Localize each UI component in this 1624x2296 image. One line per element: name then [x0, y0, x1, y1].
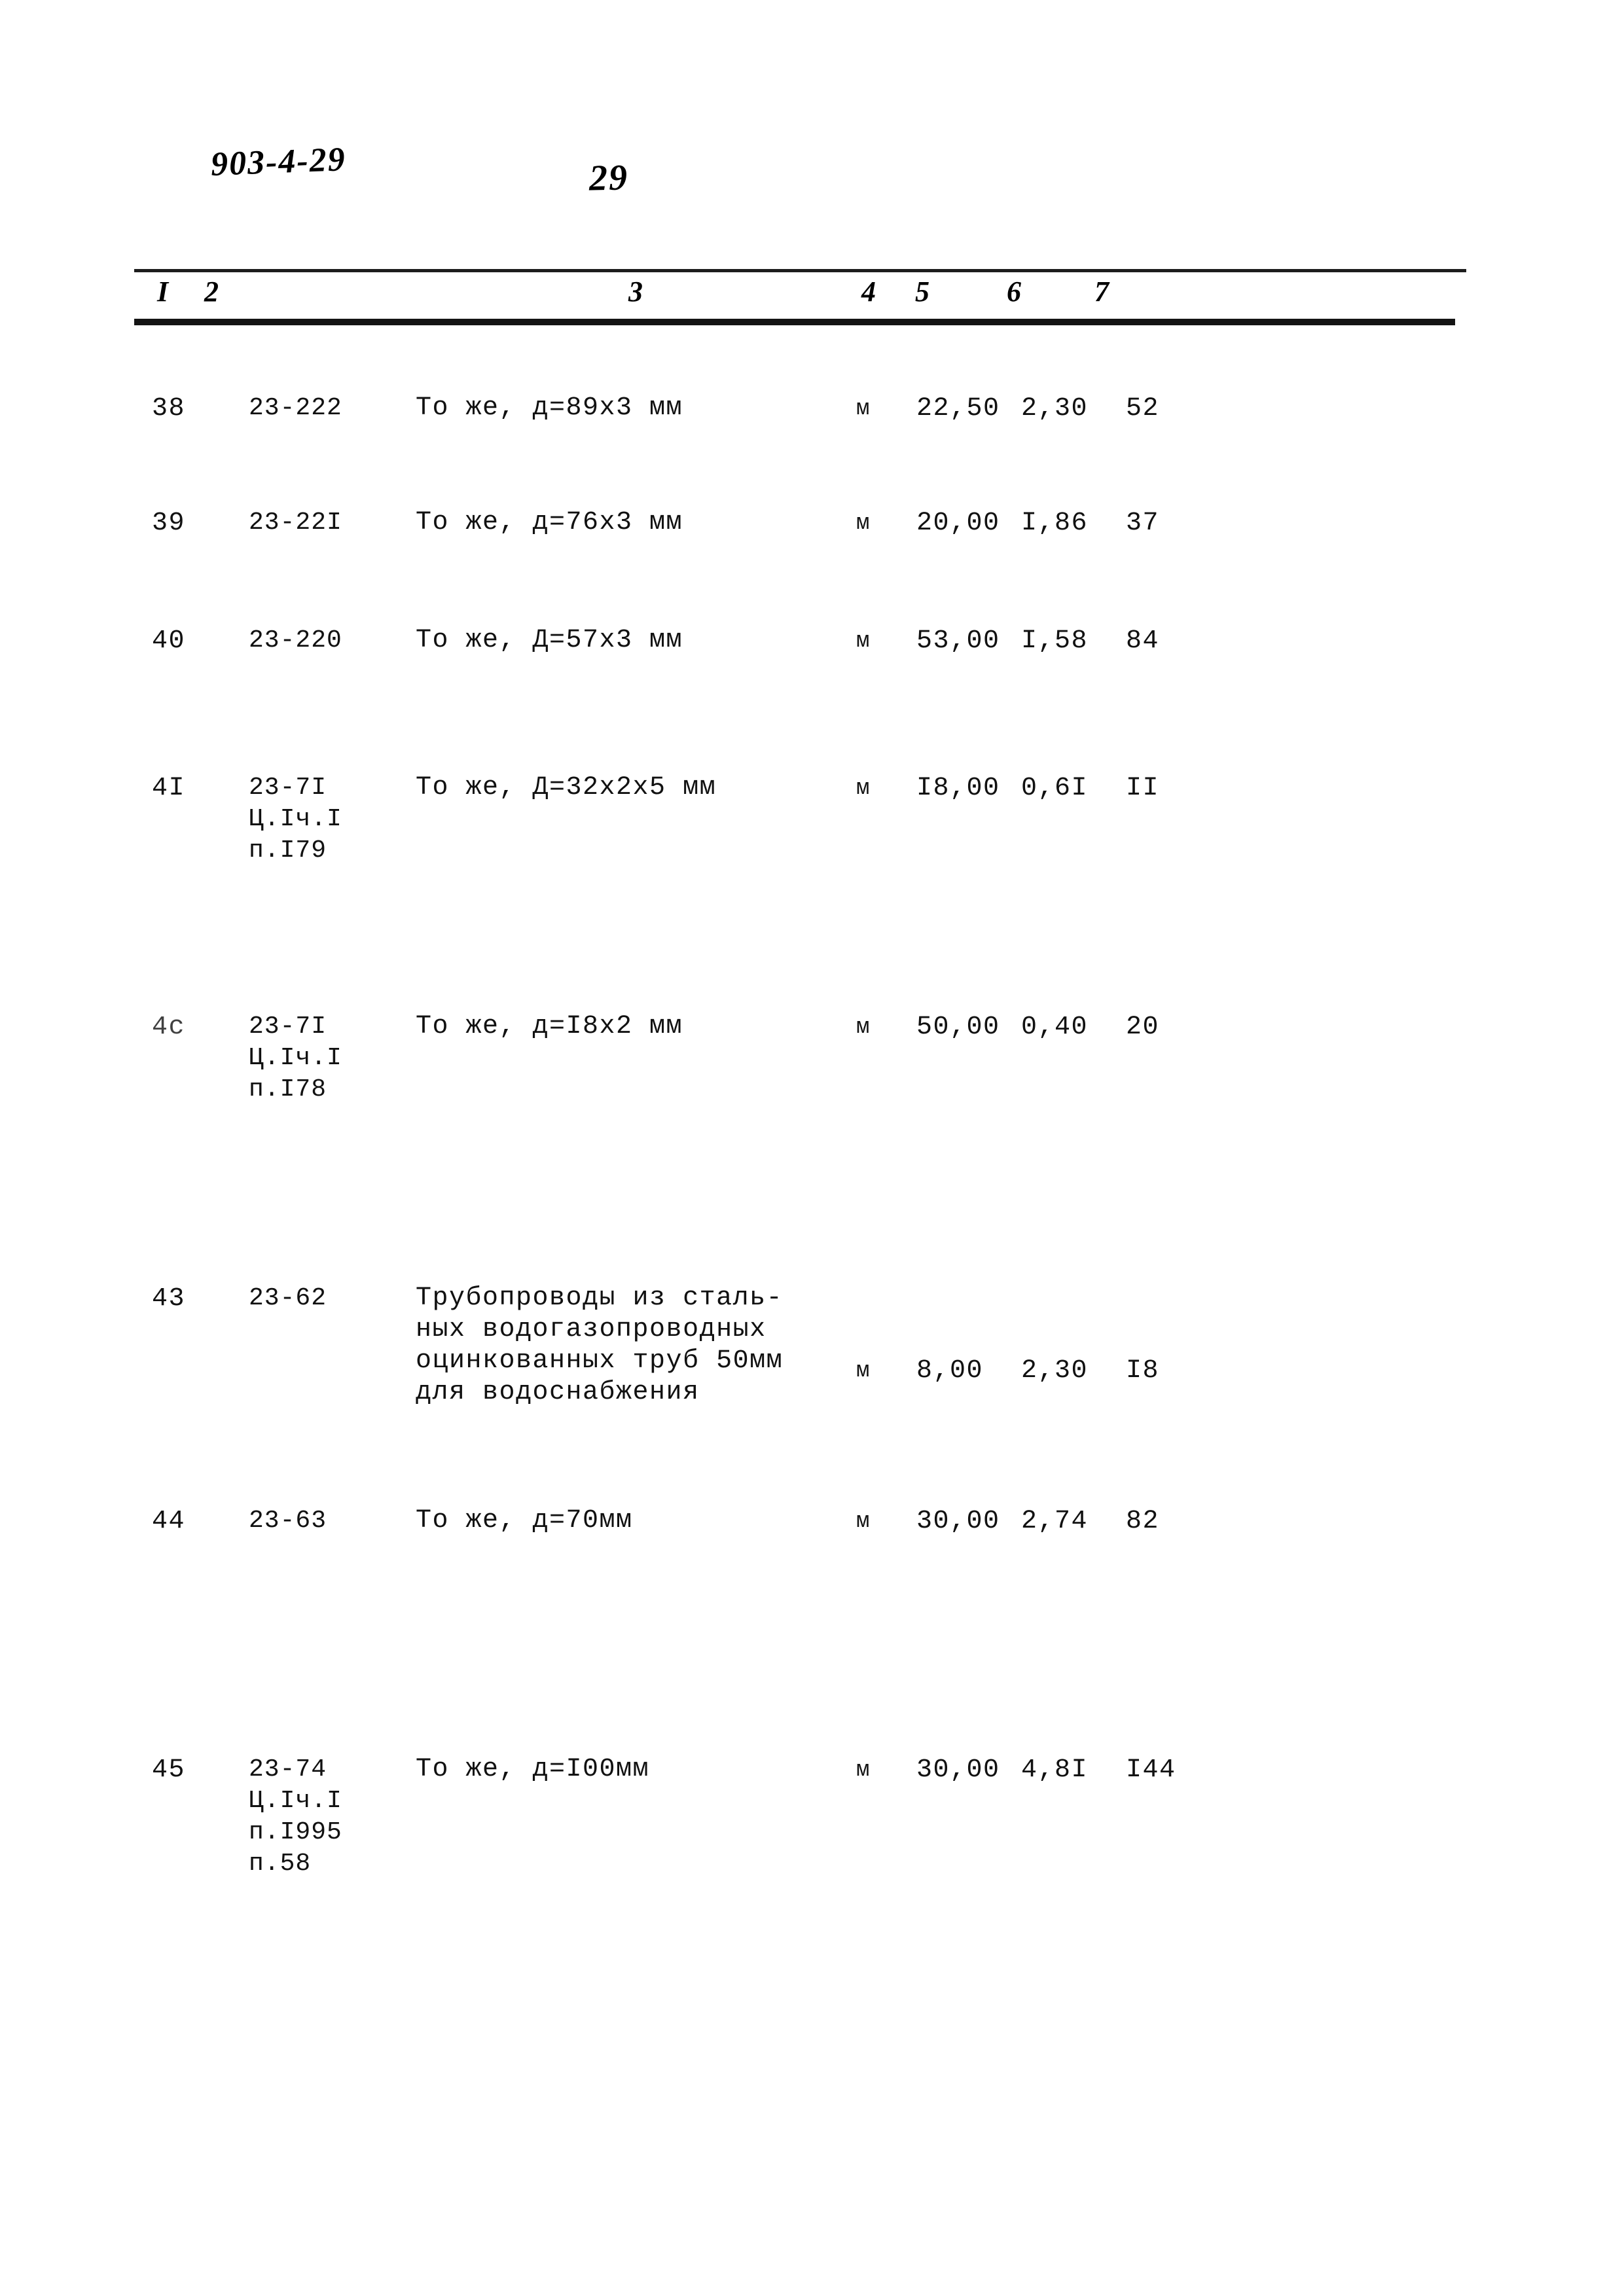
weight-unit-cell: 2,30	[1021, 394, 1089, 423]
weight-unit-cell: 0,6I	[1021, 774, 1089, 803]
unit-cell: м	[856, 397, 871, 422]
unit-cell: м	[856, 629, 871, 654]
description-cell: То же, д=I8х2 мм	[416, 1011, 683, 1043]
norm-code-line: п.I995	[249, 1818, 342, 1846]
weight-total-cell: II	[1126, 774, 1160, 803]
row-number-cell: 45	[152, 1755, 186, 1785]
description-line: Трубопроводы из сталь-	[416, 1283, 784, 1313]
norm-code-cell: 23-22I	[249, 507, 342, 539]
quantity-cell: 30,00	[916, 1755, 1000, 1785]
table-body: 38 23-222 То же, д=89х3 мм м 22,50 2,30 52 39 23…	[0, 0, 1624, 2296]
norm-code-cell: 23-62	[249, 1283, 327, 1314]
description-line: То же, д=I00мм	[416, 1755, 650, 1784]
weight-unit-cell: I,86	[1021, 509, 1089, 538]
description-line: ных водогазопроводных	[416, 1315, 767, 1344]
description-line: оцинкованных труб 50мм	[416, 1346, 784, 1376]
weight-total-cell: 82	[1126, 1507, 1160, 1536]
description-cell: То же, д=I00мм	[416, 1754, 649, 1785]
description-cell: То же, д=76х3 мм	[416, 507, 683, 539]
norm-code-line: Ц.Iч.I	[249, 1044, 342, 1072]
row-number-cell: 43	[152, 1284, 186, 1314]
row-number-cell: 4I	[152, 774, 186, 803]
weight-unit-cell: 0,40	[1021, 1013, 1089, 1042]
weight-unit-cell: 2,30	[1021, 1356, 1089, 1386]
row-number-cell: 40	[152, 626, 186, 656]
norm-code-line: 23-7I	[249, 1013, 327, 1041]
description-cell: То же, Д=32х2х5 мм	[416, 772, 716, 804]
norm-code-cell: 23-222	[249, 393, 342, 424]
description-line: То же, Д=32х2х5 мм	[416, 773, 717, 802]
quantity-cell: 30,00	[916, 1507, 1000, 1536]
description-line: То же, д=70мм	[416, 1506, 633, 1535]
row-number-cell: 38	[152, 394, 186, 423]
unit-cell: м	[856, 1758, 871, 1783]
description-cell: Трубопроводы из сталь-ных водогазопровод…	[416, 1283, 783, 1408]
quantity-cell: 50,00	[916, 1013, 1000, 1042]
description-line: для водоснабжения	[416, 1378, 700, 1407]
unit-cell: м	[856, 1015, 871, 1040]
norm-code-line: п.I78	[249, 1075, 327, 1103]
weight-unit-cell: 4,8I	[1021, 1755, 1089, 1785]
norm-code-line: 23-22I	[249, 509, 342, 537]
norm-code-line: п.58	[249, 1850, 312, 1878]
scanned-document-page: 903-4-29 29 I234567 38 23-222 То же, д=89х…	[0, 0, 1624, 2296]
weight-total-cell: 37	[1126, 509, 1160, 538]
description-cell: То же, д=70мм	[416, 1505, 633, 1537]
weight-total-cell: 20	[1126, 1013, 1160, 1042]
weight-total-cell: I44	[1126, 1755, 1176, 1785]
description-line: То же, д=I8х2 мм	[416, 1012, 683, 1041]
unit-cell: м	[856, 511, 871, 536]
unit-cell: м	[856, 776, 871, 801]
description-line: То же, Д=57х3 мм	[416, 626, 683, 655]
description-line: То же, д=76х3 мм	[416, 508, 683, 537]
norm-code-cell: 23-220	[249, 625, 342, 656]
norm-code-line: 23-63	[249, 1507, 327, 1535]
norm-code-cell: 23-74 Ц.Iч.I п.I995 п.58	[249, 1754, 342, 1880]
description-line: То же, д=89х3 мм	[416, 393, 683, 423]
quantity-cell: 22,50	[916, 394, 1000, 423]
norm-code-cell: 23-7I Ц.Iч.I п.I79	[249, 772, 342, 867]
weight-total-cell: I8	[1126, 1356, 1160, 1386]
quantity-cell: 8,00	[916, 1356, 984, 1386]
row-number-cell: 4с	[152, 1013, 186, 1042]
norm-code-line: п.I79	[249, 836, 327, 865]
row-number-cell: 39	[152, 509, 186, 538]
description-cell: То же, д=89х3 мм	[416, 393, 683, 424]
weight-unit-cell: I,58	[1021, 626, 1089, 656]
quantity-cell: 20,00	[916, 509, 1000, 538]
norm-code-line: Ц.Iч.I	[249, 805, 342, 833]
quantity-cell: 53,00	[916, 626, 1000, 656]
unit-cell: м	[856, 1509, 871, 1534]
norm-code-line: Ц.Iч.I	[249, 1787, 342, 1815]
norm-code-line: 23-7I	[249, 774, 327, 802]
weight-unit-cell: 2,74	[1021, 1507, 1089, 1536]
norm-code-line: 23-220	[249, 626, 342, 655]
weight-total-cell: 52	[1126, 394, 1160, 423]
norm-code-line: 23-62	[249, 1284, 327, 1312]
norm-code-line: 23-74	[249, 1755, 327, 1784]
row-number-cell: 44	[152, 1507, 186, 1536]
norm-code-line: 23-222	[249, 394, 342, 422]
unit-cell: м	[856, 1359, 871, 1384]
norm-code-cell: 23-7I Ц.Iч.I п.I78	[249, 1011, 342, 1105]
weight-total-cell: 84	[1126, 626, 1160, 656]
quantity-cell: I8,00	[916, 774, 1000, 803]
norm-code-cell: 23-63	[249, 1505, 327, 1537]
description-cell: То же, Д=57х3 мм	[416, 625, 683, 656]
